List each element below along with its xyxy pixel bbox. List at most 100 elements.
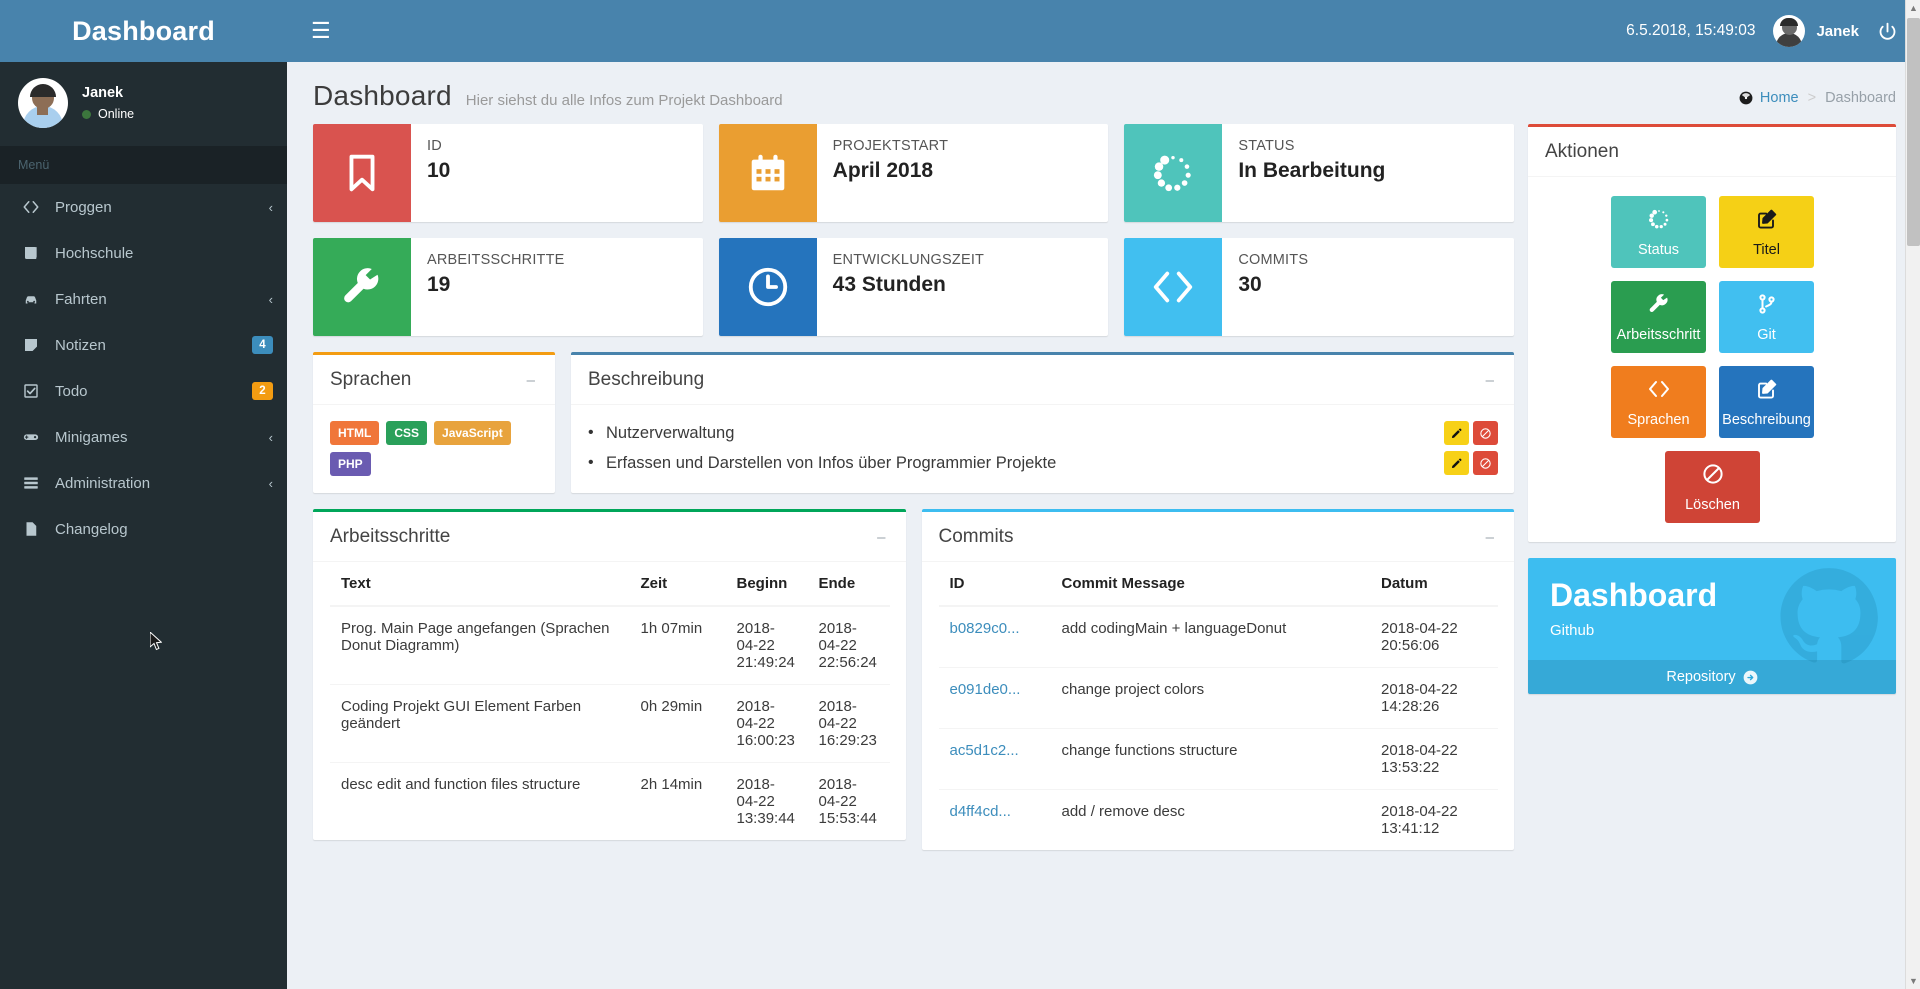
- app-logo[interactable]: Dashboard: [0, 0, 287, 62]
- languages-panel-tools: –: [523, 371, 539, 390]
- action-button-beschreibung[interactable]: Beschreibung: [1719, 366, 1814, 438]
- stat-card-value: 10: [427, 159, 451, 182]
- stat-card: ENTWICKLUNGSZEIT 43 Stunden: [718, 238, 1109, 336]
- steps-column-header: Beginn: [725, 562, 808, 607]
- commit-id-link[interactable]: ac5d1c2...: [950, 742, 1019, 759]
- sidebar-item-administration[interactable]: Administration ‹: [0, 460, 287, 506]
- scroll-down-icon[interactable]: ▼: [1909, 976, 1918, 986]
- github-card[interactable]: Dashboard Github Repository: [1528, 558, 1896, 694]
- minus-icon[interactable]: –: [1482, 528, 1498, 547]
- steps-panel: Arbeitsschritte – Text Zeit Beginn Ende Pro…: [313, 509, 906, 840]
- sidebar-item-minigames[interactable]: Minigames ‹: [0, 414, 287, 460]
- actions-panel: Aktionen Status Titel Arbeitsschritt Git Spr…: [1528, 124, 1896, 542]
- stat-card-body: COMMITS 30: [1222, 238, 1308, 336]
- minus-icon[interactable]: –: [873, 528, 889, 547]
- step-end: 2018-04-22 15:53:44: [807, 762, 890, 840]
- edit-square-icon: [1755, 207, 1779, 235]
- sidebar-user-status: Online: [82, 107, 134, 121]
- step-start: 2018-04-22 13:39:44: [725, 762, 808, 840]
- action-button-arbeitsschritt[interactable]: Arbeitsschritt: [1611, 281, 1706, 353]
- topbar-user-name: Janek: [1816, 22, 1859, 40]
- commit-id-link[interactable]: b0829c0...: [950, 620, 1020, 637]
- step-duration: 1h 07min: [629, 605, 726, 685]
- language-badge[interactable]: JavaScript: [434, 421, 511, 445]
- sidebar-user-panel[interactable]: Janek Online: [0, 62, 287, 146]
- commit-id-cell: ac5d1c2...: [938, 728, 1051, 790]
- minus-icon[interactable]: –: [523, 371, 539, 390]
- commit-date: 2018-04-22 13:53:22: [1370, 728, 1498, 790]
- action-button-git[interactable]: Git: [1719, 281, 1814, 353]
- stat-card: ARBEITSSCHRITTE 19: [313, 238, 703, 336]
- action-button-label: Löschen: [1685, 496, 1740, 513]
- action-button-label: Status: [1637, 241, 1680, 258]
- sidebar-item-todo[interactable]: Todo 2: [0, 368, 287, 414]
- action-button-label: Titel: [1753, 241, 1780, 258]
- commits-panel-title: Commits: [938, 526, 1014, 547]
- commit-id-cell: b0829c0...: [938, 605, 1051, 668]
- commit-id-link[interactable]: d4ff4cd...: [950, 803, 1011, 820]
- language-badge[interactable]: PHP: [330, 452, 371, 476]
- topbar-user-menu[interactable]: Janek: [1773, 15, 1859, 47]
- pencil-icon[interactable]: [1444, 421, 1469, 445]
- action-button-label: Sprachen: [1627, 411, 1690, 428]
- ban-icon[interactable]: [1473, 451, 1498, 475]
- commit-date: 2018-04-22 14:28:26: [1370, 667, 1498, 729]
- power-icon[interactable]: [1877, 21, 1898, 42]
- page-scrollbar[interactable]: ▲ ▼: [1905, 0, 1920, 989]
- pencil-icon[interactable]: [1444, 451, 1469, 475]
- git-branch-icon: [1755, 292, 1779, 320]
- step-text: Prog. Main Page angefangen (Sprachen Don…: [330, 605, 630, 685]
- stat-row-bottom: ARBEITSSCHRITTE 19 ENTWICKLUNGSZEIT 43 Stun…: [313, 238, 1515, 336]
- stat-card: STATUS In Bearbeitung: [1124, 124, 1515, 222]
- breadcrumb-current: Dashboard: [1825, 90, 1896, 106]
- action-button-lschen[interactable]: Löschen: [1665, 451, 1760, 523]
- minus-icon[interactable]: –: [1482, 371, 1498, 390]
- commit-message: change project colors: [1050, 667, 1370, 729]
- steps-panel-title: Arbeitsschritte: [330, 526, 451, 547]
- description-item-text: Erfassen und Darstellen von Infos über P…: [606, 453, 1057, 472]
- description-panel-tools: –: [1482, 371, 1498, 390]
- description-item-text: Nutzerverwaltung: [606, 423, 735, 442]
- table-row: d4ff4cd... add / remove desc 2018-04-22 13…: [938, 789, 1498, 850]
- sidebar-item-fahrten[interactable]: Fahrten ‹: [0, 276, 287, 322]
- table-row: ac5d1c2... change functions structure 2018…: [938, 728, 1498, 790]
- commits-column-header: Commit Message: [1050, 562, 1370, 607]
- sidebar-user-status-label: Online: [98, 107, 135, 121]
- table-row: b0829c0... add codingMain + languageDonut…: [938, 605, 1498, 668]
- action-button-titel[interactable]: Titel: [1719, 196, 1814, 268]
- sidebar-toggle-icon[interactable]: ☰: [305, 16, 337, 46]
- languages-panel: Sprachen – HTML CSS JavaScript PHP: [313, 352, 555, 493]
- bullet-icon: •: [588, 424, 594, 441]
- languages-panel-header: Sprachen –: [313, 355, 555, 405]
- steps-column-header: Zeit: [629, 562, 726, 607]
- topbar-right: 6.5.2018, 15:49:03 Janek: [1626, 15, 1898, 47]
- commits-table-header-row: ID Commit Message Datum: [938, 562, 1498, 607]
- commits-table: ID Commit Message Datum b0829c0... add codi…: [938, 562, 1498, 850]
- avatar: [18, 78, 68, 128]
- sidebar-item-hochschule[interactable]: Hochschule: [0, 230, 287, 276]
- steps-table-body: Prog. Main Page angefangen (Sprachen Don…: [330, 605, 890, 840]
- languages-panel-body: HTML CSS JavaScript PHP: [313, 405, 555, 493]
- github-repository-label: Repository: [1666, 669, 1736, 685]
- sidebar-item-changelog[interactable]: Changelog: [0, 506, 287, 552]
- description-item: • Nutzerverwaltung: [588, 418, 1498, 448]
- sidebar-item-proggen[interactable]: Proggen ‹: [0, 184, 287, 230]
- language-badge[interactable]: HTML: [330, 421, 380, 445]
- steps-table: Text Zeit Beginn Ende Prog. Main Page angef…: [330, 562, 890, 840]
- description-list: • Nutzerverwaltung • Erfassen und Darstelle…: [588, 418, 1498, 478]
- actions-panel-body: Status Titel Arbeitsschritt Git Sprachen Besc…: [1528, 177, 1896, 542]
- language-badge[interactable]: CSS: [386, 421, 428, 445]
- arrow-circle-right-icon: [1743, 670, 1758, 684]
- sidebar-item-notizen[interactable]: Notizen 4: [0, 322, 287, 368]
- action-button-sprachen[interactable]: Sprachen: [1611, 366, 1706, 438]
- commits-column-header: Datum: [1370, 562, 1498, 607]
- breadcrumb-separator: >: [1807, 90, 1817, 106]
- stat-card-body: STATUS In Bearbeitung: [1222, 124, 1385, 222]
- scroll-up-icon[interactable]: ▲: [1909, 3, 1918, 13]
- action-button-status[interactable]: Status: [1611, 196, 1706, 268]
- ban-icon[interactable]: [1473, 421, 1498, 445]
- commit-id-link[interactable]: e091de0...: [950, 681, 1021, 698]
- stat-card-label: ID: [427, 138, 442, 154]
- scrollbar-thumb[interactable]: [1907, 18, 1920, 246]
- breadcrumb-home[interactable]: Home: [1739, 90, 1799, 106]
